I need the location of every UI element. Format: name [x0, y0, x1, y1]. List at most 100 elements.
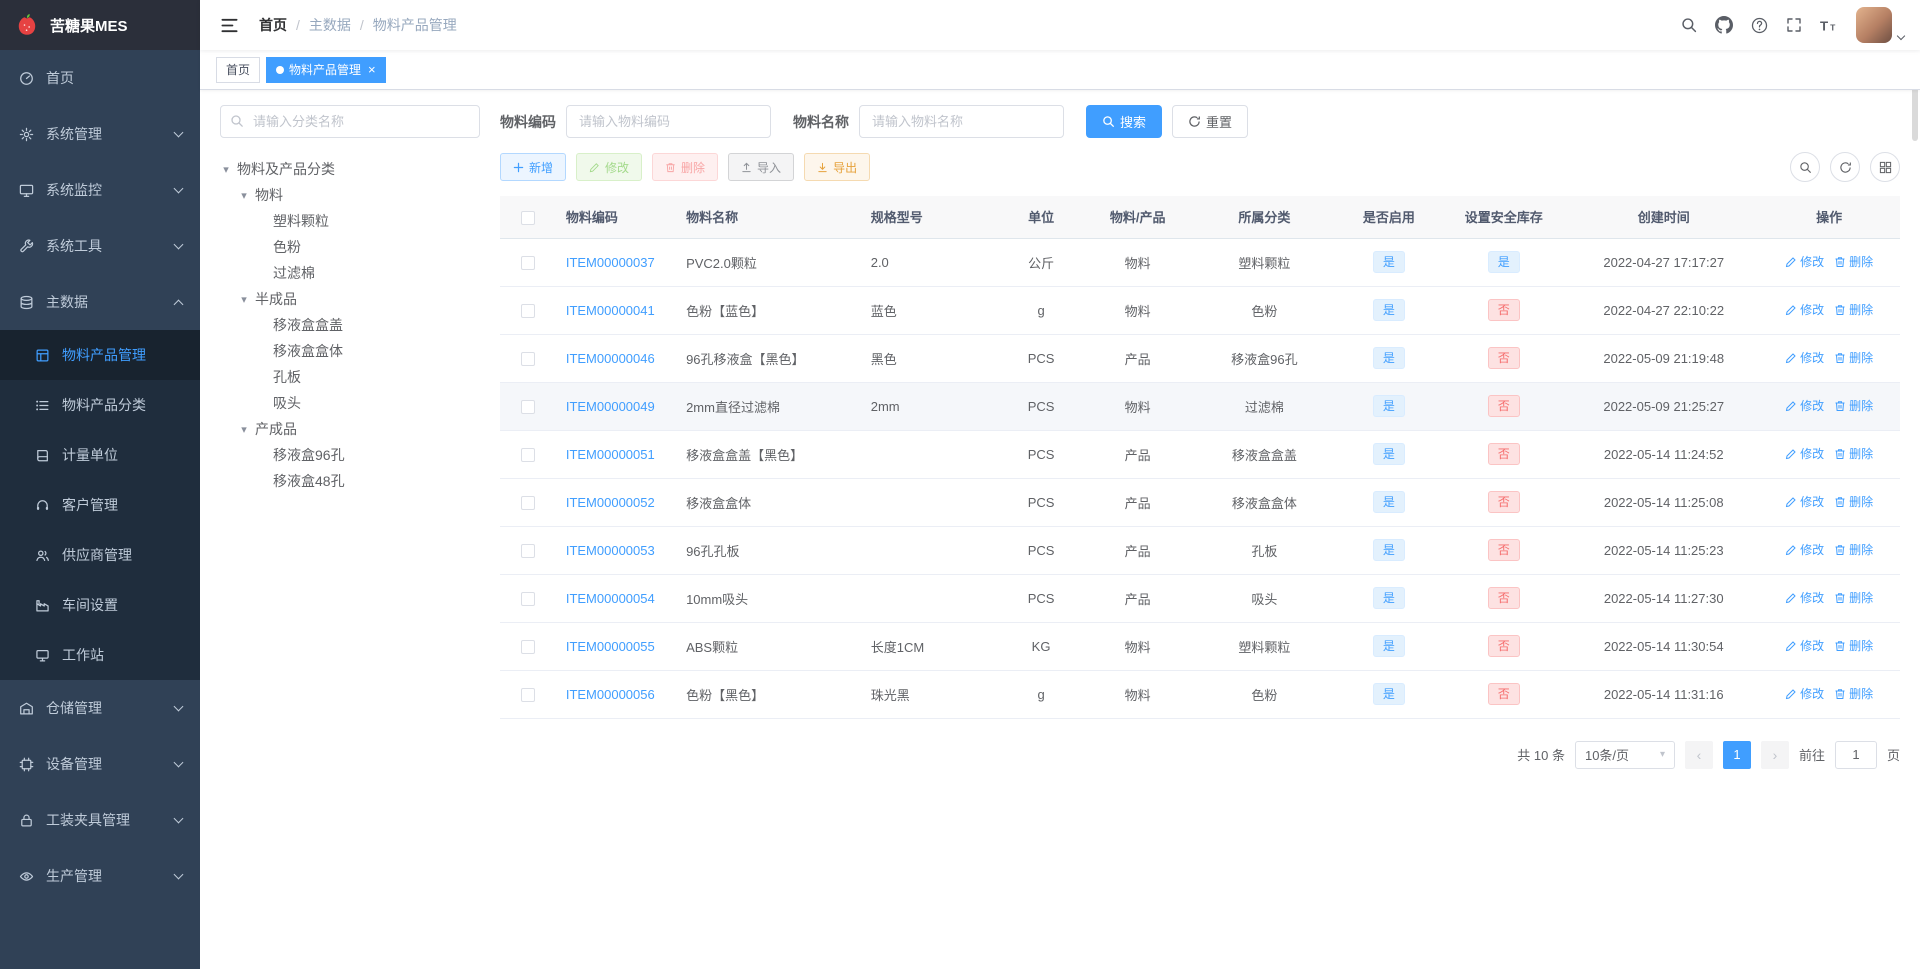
item-code-link[interactable]: ITEM00000052 — [566, 495, 655, 510]
row-checkbox[interactable] — [520, 543, 535, 558]
page-number[interactable]: 1 — [1722, 740, 1751, 769]
delete-button[interactable]: 删除 — [652, 153, 719, 181]
row-checkbox[interactable] — [520, 639, 535, 654]
row-edit-link[interactable]: 修改 — [1785, 301, 1824, 318]
fullscreen-icon[interactable] — [1777, 0, 1811, 50]
tree-node[interactable]: 色粉 — [220, 234, 480, 260]
tab-home[interactable]: 首页 — [216, 56, 261, 83]
tree-node[interactable]: 过滤棉 — [220, 260, 480, 286]
tree-node[interactable]: 塑料颗粒 — [220, 208, 480, 234]
app-logo[interactable]: 苦糖果MES — [0, 0, 200, 50]
row-checkbox[interactable] — [520, 399, 535, 414]
sidebar-item[interactable]: 系统监控 — [0, 162, 200, 218]
sidebar-subitem[interactable]: 工作站 — [0, 630, 200, 680]
item-code-link[interactable]: ITEM00000046 — [566, 351, 655, 366]
tree-node[interactable]: 移液盒48孔 — [220, 468, 480, 494]
row-delete-link[interactable]: 删除 — [1834, 349, 1873, 366]
row-checkbox[interactable] — [520, 447, 535, 462]
row-edit-link[interactable]: 修改 — [1785, 541, 1824, 558]
refresh-icon[interactable] — [1830, 152, 1860, 182]
caret-down-icon[interactable]: ▾ — [238, 423, 250, 436]
tree-node[interactable]: 移液盒盒体 — [220, 338, 480, 364]
row-delete-link[interactable]: 删除 — [1834, 397, 1873, 414]
breadcrumb-home[interactable]: 首页 — [259, 15, 287, 35]
item-code-link[interactable]: ITEM00000051 — [566, 447, 655, 462]
item-code-link[interactable]: ITEM00000056 — [566, 687, 655, 702]
row-edit-link[interactable]: 修改 — [1785, 493, 1824, 510]
row-delete-link[interactable]: 删除 — [1834, 685, 1873, 702]
tree-node[interactable]: ▾ 产成品 — [220, 416, 480, 442]
sidebar-item[interactable]: 主数据 — [0, 274, 200, 330]
caret-down-icon[interactable]: ▾ — [220, 163, 232, 176]
font-size-icon[interactable]: TT — [1811, 0, 1846, 50]
user-menu[interactable] — [1856, 7, 1906, 43]
sidebar-item[interactable]: 仓储管理 — [0, 680, 200, 736]
row-checkbox[interactable] — [520, 495, 535, 510]
item-code-link[interactable]: ITEM00000053 — [566, 543, 655, 558]
row-delete-link[interactable]: 删除 — [1834, 301, 1873, 318]
sidebar-subitem[interactable]: 车间设置 — [0, 580, 200, 630]
sidebar-item[interactable]: 生产管理 — [0, 848, 200, 904]
edit-button[interactable]: 修改 — [576, 153, 643, 181]
tree-node[interactable]: 孔板 — [220, 364, 480, 390]
caret-down-icon[interactable]: ▾ — [238, 189, 250, 202]
goto-page-input[interactable] — [1834, 740, 1877, 769]
sidebar-subitem[interactable]: 供应商管理 — [0, 530, 200, 580]
select-all-checkbox[interactable] — [520, 210, 535, 225]
reset-button[interactable]: 重置 — [1172, 105, 1249, 138]
tree-node[interactable]: ▾ 物料 — [220, 182, 480, 208]
row-checkbox[interactable] — [520, 591, 535, 606]
hamburger-icon[interactable] — [214, 16, 245, 35]
export-button[interactable]: 导出 — [804, 153, 871, 181]
item-code-link[interactable]: ITEM00000037 — [566, 255, 655, 270]
item-code-link[interactable]: ITEM00000055 — [566, 639, 655, 654]
item-code-link[interactable]: ITEM00000049 — [566, 399, 655, 414]
category-search-input[interactable] — [220, 105, 480, 138]
sidebar-item[interactable]: 工装夹具管理 — [0, 792, 200, 848]
row-delete-link[interactable]: 删除 — [1834, 253, 1873, 270]
search-icon[interactable] — [1672, 0, 1706, 50]
tab-material-product[interactable]: 物料产品管理 × — [266, 56, 386, 83]
caret-down-icon[interactable]: ▾ — [238, 293, 250, 306]
sidebar-subitem[interactable]: 物料产品分类 — [0, 380, 200, 430]
row-edit-link[interactable]: 修改 — [1785, 349, 1824, 366]
add-button[interactable]: 新增 — [500, 153, 567, 181]
sidebar-item[interactable]: 首页 — [0, 50, 200, 106]
prev-page-button[interactable]: ‹ — [1684, 740, 1713, 769]
tree-node[interactable]: 移液盒96孔 — [220, 442, 480, 468]
row-delete-link[interactable]: 删除 — [1834, 589, 1873, 606]
row-delete-link[interactable]: 删除 — [1834, 541, 1873, 558]
row-delete-link[interactable]: 删除 — [1834, 445, 1873, 462]
hide-search-icon[interactable] — [1790, 152, 1820, 182]
row-delete-link[interactable]: 删除 — [1834, 493, 1873, 510]
avatar[interactable] — [1856, 7, 1892, 43]
code-filter-input[interactable] — [566, 105, 771, 138]
row-checkbox[interactable] — [520, 255, 535, 270]
github-icon[interactable] — [1706, 0, 1742, 50]
row-edit-link[interactable]: 修改 — [1785, 589, 1824, 606]
search-button[interactable]: 搜索 — [1086, 105, 1163, 138]
item-code-link[interactable]: ITEM00000054 — [566, 591, 655, 606]
tree-node[interactable]: ▾ 物料及产品分类 — [220, 156, 480, 182]
help-icon[interactable] — [1742, 0, 1777, 50]
sidebar-subitem[interactable]: 物料产品管理 — [0, 330, 200, 380]
tree-node[interactable]: 吸头 — [220, 390, 480, 416]
tree-node[interactable]: 移液盒盒盖 — [220, 312, 480, 338]
next-page-button[interactable]: › — [1760, 740, 1789, 769]
close-icon[interactable]: × — [368, 63, 376, 76]
page-size-select[interactable]: 10条/页 ▾ — [1574, 740, 1675, 769]
import-button[interactable]: 导入 — [728, 153, 795, 181]
row-edit-link[interactable]: 修改 — [1785, 637, 1824, 654]
row-edit-link[interactable]: 修改 — [1785, 253, 1824, 270]
row-edit-link[interactable]: 修改 — [1785, 445, 1824, 462]
sidebar-item[interactable]: 系统工具 — [0, 218, 200, 274]
tree-node[interactable]: ▾ 半成品 — [220, 286, 480, 312]
name-filter-input[interactable] — [859, 105, 1064, 138]
row-edit-link[interactable]: 修改 — [1785, 685, 1824, 702]
row-checkbox[interactable] — [520, 303, 535, 318]
sidebar-subitem[interactable]: 计量单位 — [0, 430, 200, 480]
row-delete-link[interactable]: 删除 — [1834, 637, 1873, 654]
row-checkbox[interactable] — [520, 687, 535, 702]
sidebar-item[interactable]: 系统管理 — [0, 106, 200, 162]
columns-icon[interactable] — [1870, 152, 1900, 182]
